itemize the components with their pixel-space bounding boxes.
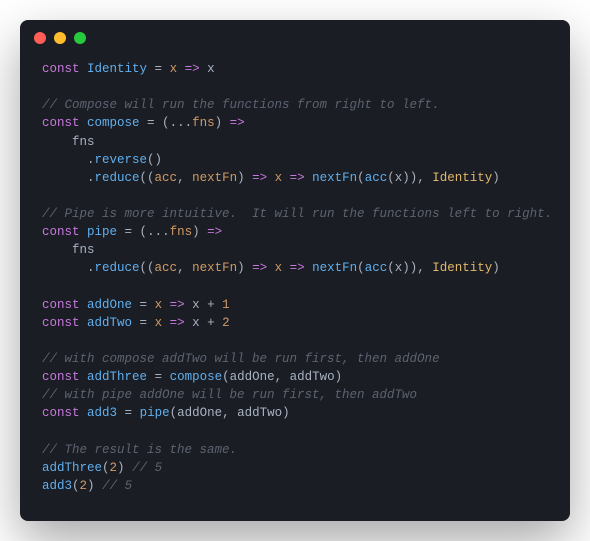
comment-result: // The result is the same.	[42, 443, 237, 457]
window-titlebar	[20, 20, 570, 50]
comment-pipe-order: // with pipe addOne will be run first, t…	[42, 388, 417, 402]
identifier-addthree: addThree	[87, 370, 147, 384]
identifier-addtwo: addTwo	[87, 316, 132, 330]
comment-compose: // Compose will run the functions from r…	[42, 98, 440, 112]
identifier-compose: compose	[87, 116, 140, 130]
keyword-const: const	[42, 62, 80, 76]
identifier-pipe: pipe	[87, 225, 117, 239]
close-icon[interactable]	[34, 32, 46, 44]
identifier-add3: add3	[87, 406, 117, 420]
code-window: const Identity = x => x // Compose will …	[20, 20, 570, 521]
code-block: const Identity = x => x // Compose will …	[20, 50, 570, 521]
maximize-icon[interactable]	[74, 32, 86, 44]
identifier-identity: Identity	[87, 62, 147, 76]
comment-compose-order: // with compose addTwo will be run first…	[42, 352, 440, 366]
minimize-icon[interactable]	[54, 32, 66, 44]
identifier-addone: addOne	[87, 298, 132, 312]
comment-pipe: // Pipe is more intuitive. It will run t…	[42, 207, 552, 221]
